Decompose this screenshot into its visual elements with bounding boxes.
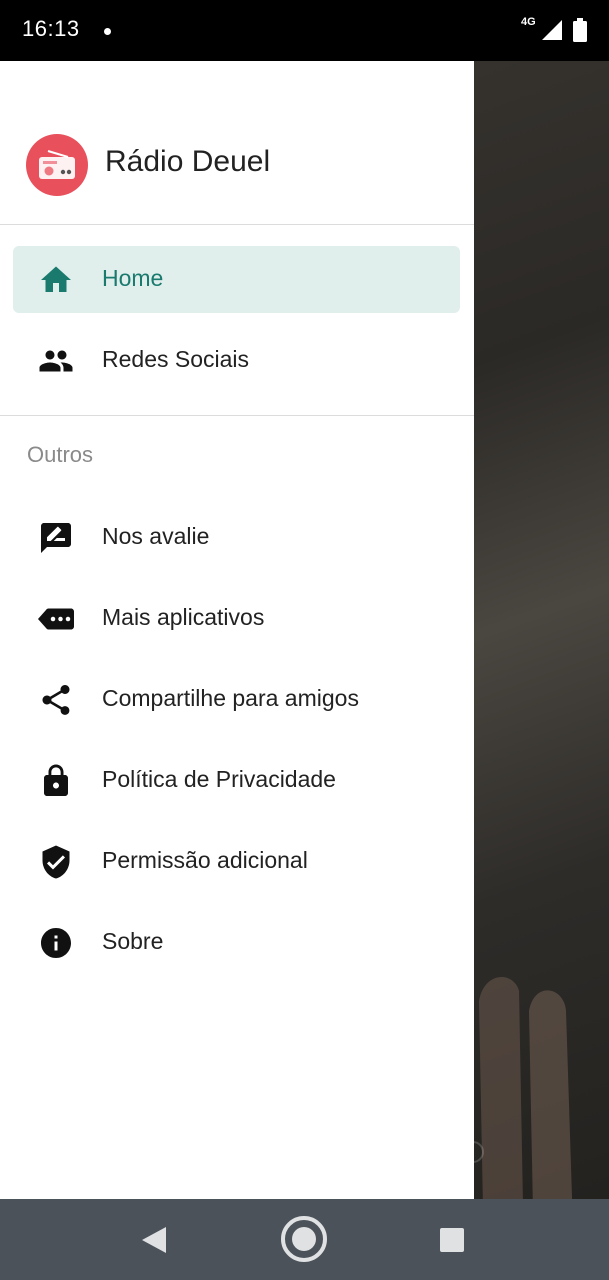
rate-review-icon <box>41 523 71 553</box>
nav-item-compartilhe[interactable]: Compartilhe para amigos <box>13 666 460 733</box>
radio-logo-icon <box>26 134 88 196</box>
signal-icon <box>542 20 562 40</box>
header-divider <box>0 224 474 225</box>
nav-item-mais-aplicativos[interactable]: Mais aplicativos <box>13 585 460 652</box>
drawer-header: Rádio Deuel <box>0 61 474 224</box>
network-type: 4G <box>521 16 536 28</box>
nav-item-politica-privacidade[interactable]: Política de Privacidade <box>13 747 460 814</box>
nav-item-redes-sociais[interactable]: Redes Sociais <box>13 327 460 394</box>
home-button-icon[interactable] <box>280 1215 328 1263</box>
navigation-drawer: Rádio Deuel Home Redes Sociais Outros No… <box>0 61 474 1199</box>
status-time: 16:13 <box>22 16 80 41</box>
info-icon <box>41 928 71 958</box>
nav-item-sobre[interactable]: Sobre <box>13 909 460 976</box>
nav-item-label: Nos avalie <box>102 523 210 549</box>
people-icon <box>39 350 73 372</box>
app-name: Rádio Deuel <box>105 145 271 178</box>
nav-item-label: Permissão adicional <box>102 847 308 873</box>
nav-item-label: Sobre <box>102 928 164 954</box>
recents-icon[interactable] <box>439 1227 465 1253</box>
nav-item-home[interactable]: Home <box>13 246 460 313</box>
nav-item-label: Política de Privacidade <box>102 766 336 792</box>
system-navigation-bar <box>0 1199 609 1280</box>
status-bar: 16:13 4G <box>0 0 609 61</box>
section-divider <box>0 415 474 416</box>
shield-check-icon <box>42 845 70 879</box>
notification-dot-icon <box>104 28 111 35</box>
lock-icon <box>44 764 68 796</box>
nav-item-nos-avalie[interactable]: Nos avalie <box>13 504 460 571</box>
nav-item-label: Redes Sociais <box>102 346 250 372</box>
screen: 16:13 4G Rádio Deuel Home Redes Sociais … <box>0 0 609 1280</box>
more-apps-icon <box>38 608 74 630</box>
nav-item-label: Compartilhe para amigos <box>102 685 359 711</box>
home-icon <box>41 266 71 292</box>
share-icon <box>42 685 70 715</box>
nav-item-permissao-adicional[interactable]: Permissão adicional <box>13 828 460 895</box>
back-icon[interactable] <box>140 1225 168 1255</box>
section-title-outros: Outros <box>27 442 94 467</box>
battery-icon <box>573 18 587 42</box>
nav-item-label: Mais aplicativos <box>102 604 265 630</box>
nav-item-label: Home <box>102 265 164 291</box>
